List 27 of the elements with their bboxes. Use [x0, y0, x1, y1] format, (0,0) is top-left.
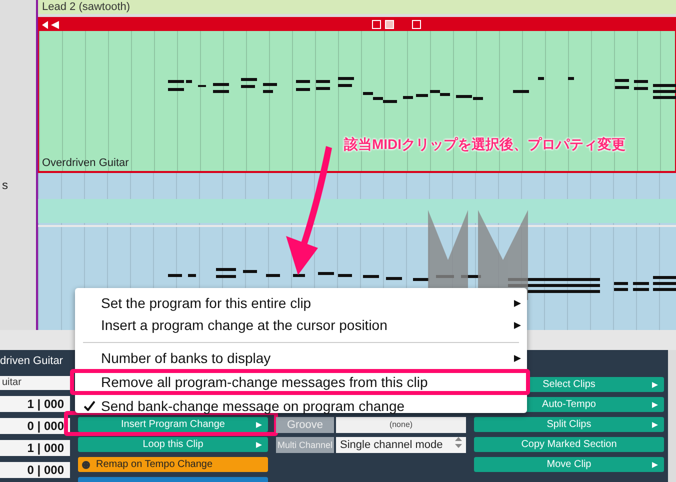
clip-button[interactable]: [78, 477, 268, 482]
multi-channel-label: Multi Channel: [276, 437, 334, 453]
loop-toggle-icon[interactable]: [372, 20, 381, 29]
clip-title: driven Guitar: [0, 354, 64, 369]
menu-item[interactable]: Remove all program-change messages from this clip: [70, 369, 530, 395]
track-name: s: [1, 178, 9, 192]
position-field[interactable]: 1 | 000: [0, 396, 70, 412]
channel-mode-select[interactable]: Single channel mode: [336, 437, 466, 453]
toggle-button[interactable]: Remap on Tempo Change: [78, 457, 268, 472]
position-field[interactable]: 0 | 000: [0, 462, 70, 478]
menu-item[interactable]: Set the program for this entire clip: [75, 292, 527, 314]
stepper-icon: [455, 437, 462, 448]
position-field[interactable]: 1 | 000: [0, 440, 70, 456]
loop-start-icon[interactable]: [51, 20, 59, 28]
radio-icon: [82, 460, 90, 468]
clip-name: Overdriven Guitar: [41, 157, 129, 171]
position-field[interactable]: 0 | 000: [0, 418, 70, 434]
groove-field[interactable]: (none): [336, 417, 466, 433]
menu-item[interactable]: Number of banks to display: [75, 347, 527, 369]
clip-name: Lead 2 (sawtooth): [38, 0, 676, 14]
menu-item[interactable]: Insert a program change at the cursor position: [75, 314, 527, 336]
clip-header[interactable]: [39, 18, 675, 31]
loop-end-icon[interactable]: [412, 20, 421, 29]
annotation-text: 該当MIDIクリップを選択後、プロパティ変更: [344, 136, 626, 154]
clip-name-field[interactable]: uitar: [0, 376, 70, 390]
start-marker-icon[interactable]: [42, 20, 48, 28]
groove-label: Groove: [276, 417, 334, 433]
